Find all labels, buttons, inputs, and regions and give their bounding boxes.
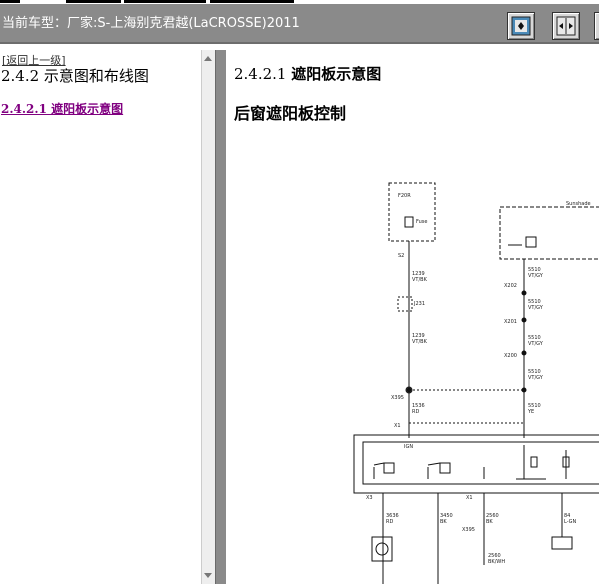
svg-text:RD: RD	[386, 519, 393, 525]
svg-text:X202: X202	[504, 283, 517, 289]
svg-text:VT/GY: VT/GY	[528, 273, 544, 279]
diagram-subtitle: 后窗遮阳板控制	[234, 104, 347, 123]
svg-text:X395: X395	[462, 527, 475, 533]
svg-text:S2: S2	[398, 253, 404, 259]
page-number: 2.4.2.1	[234, 65, 287, 83]
pane-splitter[interactable]	[215, 50, 226, 584]
nav-link-sunshade-schematic[interactable]: 2.4.2.1 遮阳板示意图	[1, 100, 123, 117]
svg-text:VT/BK: VT/BK	[412, 339, 428, 345]
page-heading: 遮阳板示意图	[291, 65, 382, 83]
svg-text:X200: X200	[504, 353, 517, 359]
svg-text:X3: X3	[366, 495, 373, 501]
svg-text:VT/GY: VT/GY	[528, 341, 544, 347]
svg-text:X395: X395	[391, 395, 404, 401]
svg-text:IGN: IGN	[404, 444, 413, 450]
svg-text:VT/GY: VT/GY	[528, 375, 544, 381]
svg-text:BK: BK	[440, 519, 447, 525]
left-scrollbar[interactable]	[201, 50, 215, 584]
svg-text:YE: YE	[527, 409, 534, 415]
svg-text:L-GN: L-GN	[564, 519, 577, 525]
scroll-down-icon[interactable]	[204, 573, 212, 578]
page-title: 2.4.2.1 遮阳板示意图	[234, 63, 381, 84]
wiring-diagram: F20R Fuse S2 1239 VT/BK J231 1239 VT/BK …	[353, 182, 599, 584]
svg-text:BK: BK	[486, 519, 493, 525]
layout-split-button[interactable]	[552, 12, 580, 40]
svg-text:VT/GY: VT/GY	[528, 305, 544, 311]
diagram-labels: F20R Fuse S2 1239 VT/BK J231 1239 VT/BK …	[366, 193, 591, 565]
svg-text:Sunshade: Sunshade	[566, 201, 591, 207]
svg-text:Fuse: Fuse	[416, 219, 427, 225]
svg-text:X1: X1	[394, 423, 401, 429]
svg-text:J231: J231	[413, 301, 425, 307]
scroll-up-icon[interactable]	[204, 56, 212, 61]
header-bar: 当前车型：厂家:S-上海别克君越(LaCROSSE)2011	[0, 4, 599, 44]
layout-single-button[interactable]	[507, 12, 535, 40]
left-navigation-pane: [返回上一级] 2.4.2 示意图和布线图 2.4.2.1 遮阳板示意图	[0, 50, 201, 584]
svg-text:RD: RD	[412, 409, 419, 415]
svg-text:VT/BK: VT/BK	[412, 277, 428, 283]
content-pane: 2.4.2.1 遮阳板示意图 后窗遮阳板控制 F20R Fuse S2 1239…	[226, 50, 599, 584]
svg-text:X201: X201	[504, 319, 517, 325]
svg-text:BK/WH: BK/WH	[488, 559, 505, 565]
vehicle-title: 当前车型：厂家:S-上海别克君越(LaCROSSE)2011	[2, 16, 300, 31]
layout-extra-button[interactable]	[594, 12, 599, 40]
svg-text:F20R: F20R	[398, 193, 411, 199]
svg-text:X1: X1	[466, 495, 473, 501]
section-title: 2.4.2 示意图和布线图	[1, 67, 149, 85]
